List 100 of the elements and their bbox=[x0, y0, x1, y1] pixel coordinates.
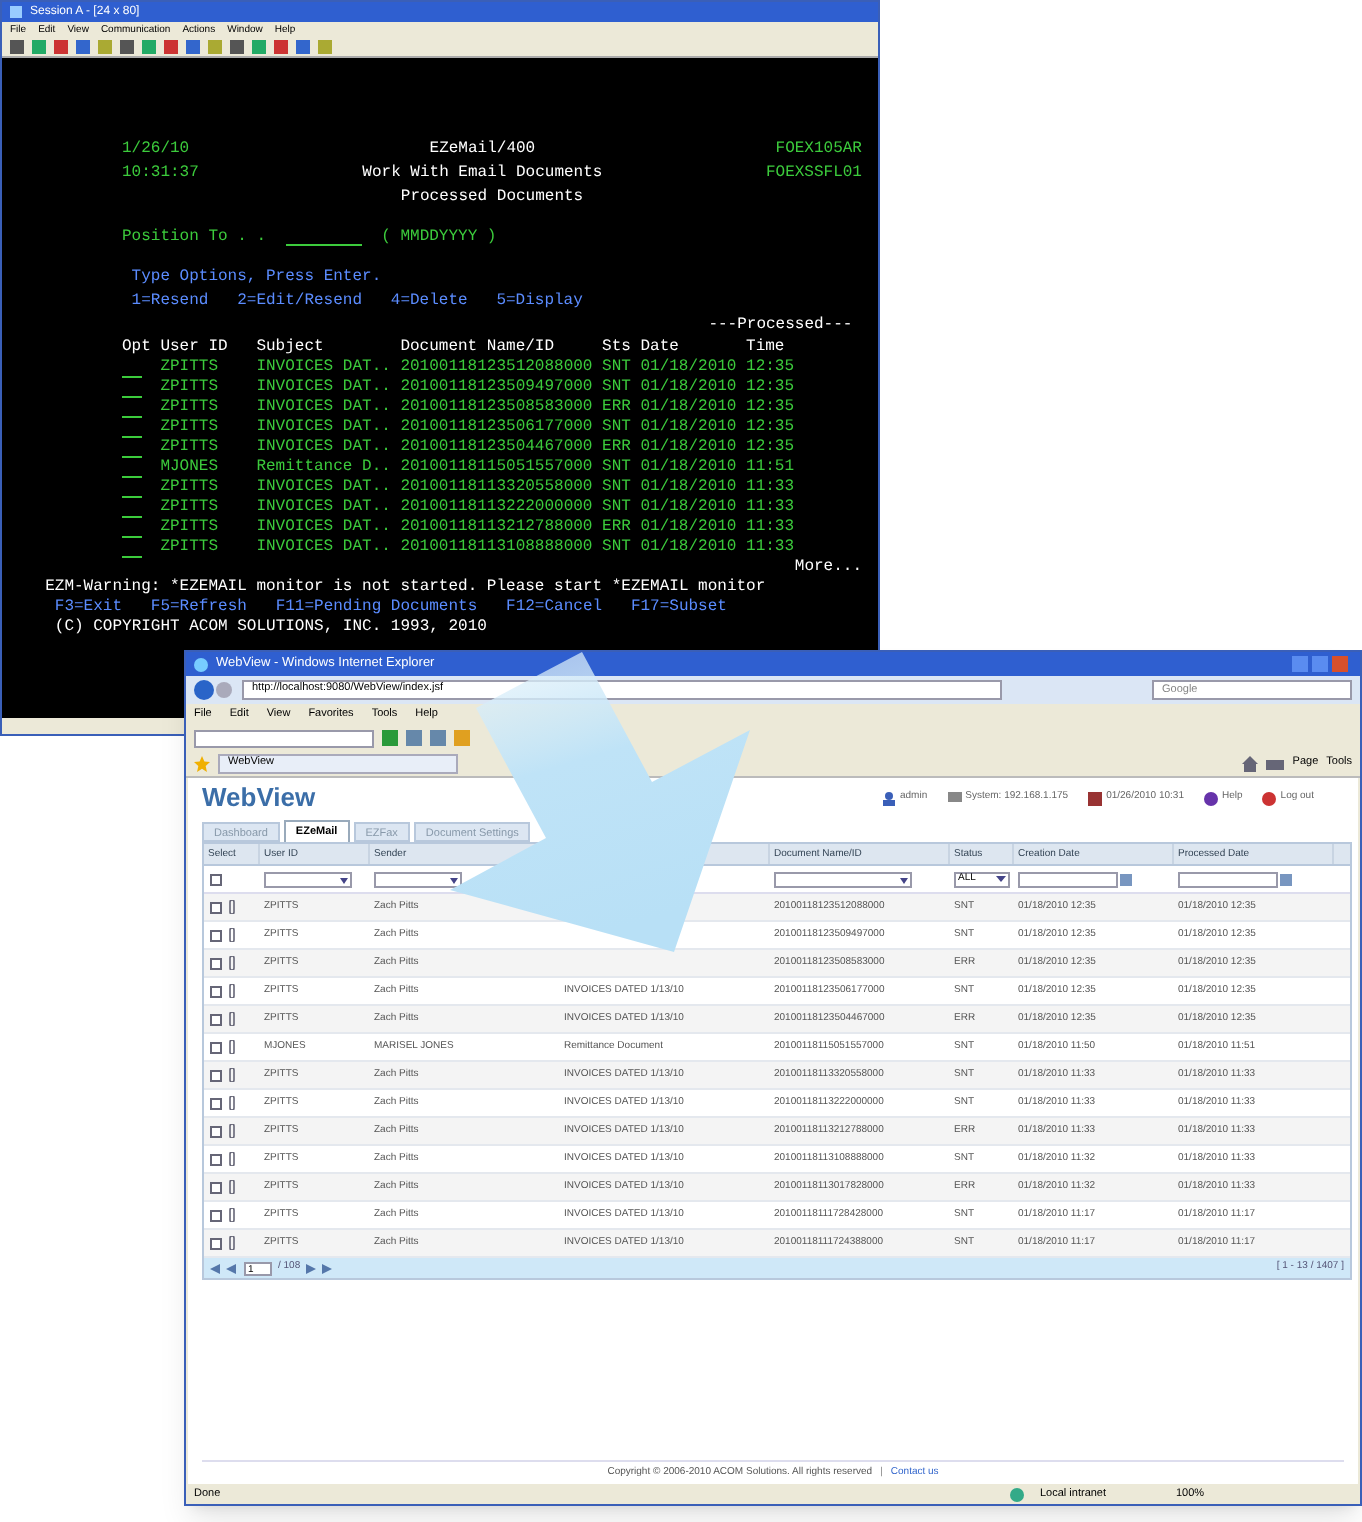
date: 01/18/2010 bbox=[640, 518, 739, 538]
date-field[interactable] bbox=[1178, 871, 1278, 887]
app-name: EZeMail/400 bbox=[429, 138, 536, 162]
option-label: 5=Display bbox=[496, 290, 583, 314]
home-icon[interactable] bbox=[1242, 755, 1259, 771]
column-heading: Document Name/ID bbox=[400, 336, 557, 358]
document-id: 20100118113222000000 bbox=[400, 498, 595, 518]
date: 01/18/2010 bbox=[640, 358, 739, 378]
user-id: ZPITTS bbox=[160, 498, 221, 518]
user-id: ZPITTS bbox=[160, 398, 221, 418]
screen-subtitle: Processed Documents bbox=[400, 186, 584, 210]
next-last-icon[interactable] bbox=[306, 1263, 335, 1273]
time: 11:33 bbox=[746, 478, 795, 498]
row-checkbox[interactable] bbox=[210, 1041, 222, 1053]
row-checkbox[interactable] bbox=[210, 1237, 222, 1249]
option-label: 4=Delete bbox=[390, 290, 468, 314]
user-id: ZPITTS bbox=[160, 478, 221, 498]
time: 11:33 bbox=[746, 518, 795, 538]
row-checkbox[interactable] bbox=[210, 957, 222, 969]
status-code: ERR bbox=[602, 398, 633, 418]
time: 11:33 bbox=[746, 498, 795, 518]
app-logo: WebView bbox=[202, 780, 318, 817]
user-id: ZPITTS bbox=[160, 378, 221, 398]
status-code: ERR bbox=[602, 518, 633, 538]
field-label: Position To . . bbox=[122, 226, 267, 250]
function-key: F5=Refresh bbox=[150, 598, 247, 618]
screen-time: 10:31:37 bbox=[122, 162, 199, 186]
user-id: ZPITTS bbox=[160, 358, 221, 378]
screen-title: Work With Email Documents bbox=[362, 162, 603, 186]
program-name: FOEX105AR bbox=[775, 138, 862, 162]
date: 01/18/2010 bbox=[640, 438, 739, 458]
time: 12:35 bbox=[746, 378, 795, 398]
screen-date: 1/26/10 bbox=[122, 138, 190, 162]
option-label: 2=Edit/Resend bbox=[237, 290, 363, 314]
row-checkbox[interactable] bbox=[210, 1097, 222, 1109]
date: 01/18/2010 bbox=[640, 418, 739, 438]
filter-dropdown[interactable] bbox=[774, 871, 912, 887]
date: 01/18/2010 bbox=[640, 498, 739, 518]
function-key: F17=Subset bbox=[630, 598, 727, 618]
subject: INVOICES DAT.. bbox=[256, 418, 393, 438]
format-name: FOEXSSFL01 bbox=[765, 162, 862, 186]
row-checkbox[interactable] bbox=[210, 985, 222, 997]
row-checkbox[interactable] bbox=[210, 1181, 222, 1193]
filter-dropdown[interactable] bbox=[264, 871, 352, 887]
user-id: ZPITTS bbox=[160, 518, 221, 538]
document-id: 20100118115051557000 bbox=[400, 458, 595, 478]
column-heading: Date bbox=[640, 336, 681, 358]
status-code: ERR bbox=[602, 438, 633, 458]
document-id: 20100118123509497000 bbox=[400, 378, 595, 398]
user-id: ZPITTS bbox=[160, 538, 221, 558]
column-heading: Opt bbox=[122, 336, 153, 358]
date: 01/18/2010 bbox=[640, 538, 739, 558]
links-field[interactable] bbox=[194, 729, 374, 747]
time: 12:35 bbox=[746, 438, 795, 458]
row-checkbox[interactable] bbox=[210, 901, 222, 913]
time: 12:35 bbox=[746, 398, 795, 418]
row-checkbox[interactable] bbox=[210, 1153, 222, 1165]
copyright-text: (C) COPYRIGHT ACOM SOLUTIONS, INC. 1993, 2010 bbox=[54, 618, 487, 636]
subject: INVOICES DAT.. bbox=[256, 358, 393, 378]
column-heading: Subject bbox=[256, 336, 326, 358]
function-key: F11=Pending Documents bbox=[275, 598, 478, 618]
first-prev-icon[interactable] bbox=[210, 1263, 238, 1273]
subject: INVOICES DAT.. bbox=[256, 538, 393, 558]
document-id: 20100118123512088000 bbox=[400, 358, 595, 378]
select-all-checkbox[interactable] bbox=[210, 873, 222, 885]
row-checkbox[interactable] bbox=[210, 1125, 222, 1137]
date: 01/18/2010 bbox=[640, 458, 739, 478]
user-id: ZPITTS bbox=[160, 418, 221, 438]
date: 01/18/2010 bbox=[640, 398, 739, 418]
time: 12:35 bbox=[746, 418, 795, 438]
subject: INVOICES DAT.. bbox=[256, 398, 393, 418]
row-checkbox[interactable] bbox=[210, 1013, 222, 1025]
row-checkbox[interactable] bbox=[210, 929, 222, 941]
status-code: SNT bbox=[602, 358, 633, 378]
caret-icon bbox=[448, 873, 460, 885]
caret-icon bbox=[996, 874, 1006, 884]
date-field[interactable] bbox=[1018, 871, 1118, 887]
more-indicator: More... bbox=[794, 558, 862, 578]
document-id: 20100118123508583000 bbox=[400, 398, 595, 418]
row-checkbox[interactable] bbox=[210, 1069, 222, 1081]
status-code: SNT bbox=[602, 458, 633, 478]
subject: INVOICES DAT.. bbox=[256, 498, 393, 518]
document-id: 20100118113320558000 bbox=[400, 478, 595, 498]
group-heading: ---Processed--- bbox=[708, 314, 853, 336]
time: 12:35 bbox=[746, 358, 795, 378]
toolbar-icons-drawing[interactable] bbox=[382, 730, 470, 746]
user-id: MJONES bbox=[160, 458, 221, 478]
column-heading: Sts bbox=[602, 336, 633, 358]
status-code: SNT bbox=[602, 418, 633, 438]
status-code: SNT bbox=[602, 538, 633, 558]
date: 01/18/2010 bbox=[640, 478, 739, 498]
column-heading: User ID bbox=[160, 336, 230, 358]
time: 11:51 bbox=[746, 458, 795, 478]
row-checkbox[interactable] bbox=[210, 1209, 222, 1221]
favorites-star-icon[interactable] bbox=[194, 755, 210, 771]
status-code: SNT bbox=[602, 478, 633, 498]
subject: INVOICES DAT.. bbox=[256, 378, 393, 398]
caret-icon bbox=[897, 873, 910, 885]
option-label: 1=Resend bbox=[131, 290, 209, 314]
filter-dropdown[interactable] bbox=[374, 871, 462, 887]
